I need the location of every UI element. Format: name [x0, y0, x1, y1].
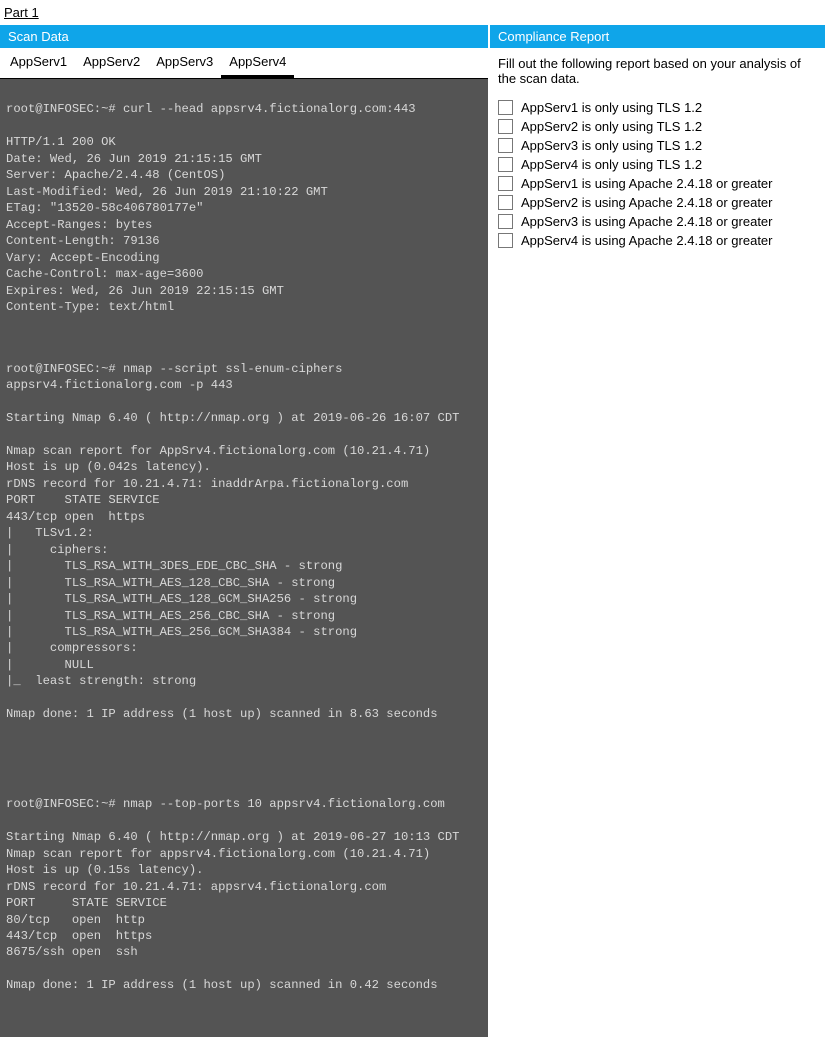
check-row-appserv2-tls: AppServ2 is only using TLS 1.2: [498, 117, 825, 136]
terminal-output: root@INFOSEC:~# curl --head appsrv4.fict…: [0, 79, 488, 1037]
checkbox-appserv3-tls[interactable]: [498, 138, 513, 153]
checkbox-label: AppServ3 is using Apache 2.4.18 or great…: [521, 214, 773, 229]
terminal-block-curl: root@INFOSEC:~# curl --head appsrv4.fict…: [6, 101, 482, 315]
check-row-appserv3-apache: AppServ3 is using Apache 2.4.18 or great…: [498, 212, 825, 231]
check-list: AppServ1 is only using TLS 1.2 AppServ2 …: [490, 94, 825, 250]
scan-data-header: Scan Data: [0, 25, 488, 48]
checkbox-appserv2-apache[interactable]: [498, 195, 513, 210]
content-row: AppServ1 AppServ2 AppServ3 AppServ4 root…: [0, 48, 825, 1037]
checkbox-label: AppServ2 is only using TLS 1.2: [521, 119, 702, 134]
check-row-appserv3-tls: AppServ3 is only using TLS 1.2: [498, 136, 825, 155]
check-row-appserv1-apache: AppServ1 is using Apache 2.4.18 or great…: [498, 174, 825, 193]
checkbox-appserv4-apache[interactable]: [498, 233, 513, 248]
check-row-appserv1-tls: AppServ1 is only using TLS 1.2: [498, 98, 825, 117]
check-row-appserv4-tls: AppServ4 is only using TLS 1.2: [498, 155, 825, 174]
tab-appserv4[interactable]: AppServ4: [221, 48, 294, 78]
report-instructions: Fill out the following report based on y…: [490, 48, 825, 94]
terminal-block-ciphers: root@INFOSEC:~# nmap --script ssl-enum-c…: [6, 361, 482, 723]
check-row-appserv2-apache: AppServ2 is using Apache 2.4.18 or great…: [498, 193, 825, 212]
check-row-appserv4-apache: AppServ4 is using Apache 2.4.18 or great…: [498, 231, 825, 250]
checkbox-label: AppServ4 is using Apache 2.4.18 or great…: [521, 233, 773, 248]
checkbox-appserv3-apache[interactable]: [498, 214, 513, 229]
tab-appserv1[interactable]: AppServ1: [2, 48, 75, 78]
compliance-report-header: Compliance Report: [490, 25, 825, 48]
checkbox-label: AppServ2 is using Apache 2.4.18 or great…: [521, 195, 773, 210]
header-row: Scan Data Compliance Report: [0, 25, 825, 48]
tab-appserv2[interactable]: AppServ2: [75, 48, 148, 78]
checkbox-appserv1-tls[interactable]: [498, 100, 513, 115]
checkbox-label: AppServ1 is using Apache 2.4.18 or great…: [521, 176, 773, 191]
checkbox-label: AppServ1 is only using TLS 1.2: [521, 100, 702, 115]
checkbox-appserv2-tls[interactable]: [498, 119, 513, 134]
tab-appserv3[interactable]: AppServ3: [148, 48, 221, 78]
checkbox-label: AppServ4 is only using TLS 1.2: [521, 157, 702, 172]
server-tabs: AppServ1 AppServ2 AppServ3 AppServ4: [0, 48, 488, 79]
part-link[interactable]: Part 1: [0, 0, 43, 25]
checkbox-appserv4-tls[interactable]: [498, 157, 513, 172]
checkbox-label: AppServ3 is only using TLS 1.2: [521, 138, 702, 153]
checkbox-appserv1-apache[interactable]: [498, 176, 513, 191]
terminal-block-ports: root@INFOSEC:~# nmap --top-ports 10 apps…: [6, 796, 482, 994]
